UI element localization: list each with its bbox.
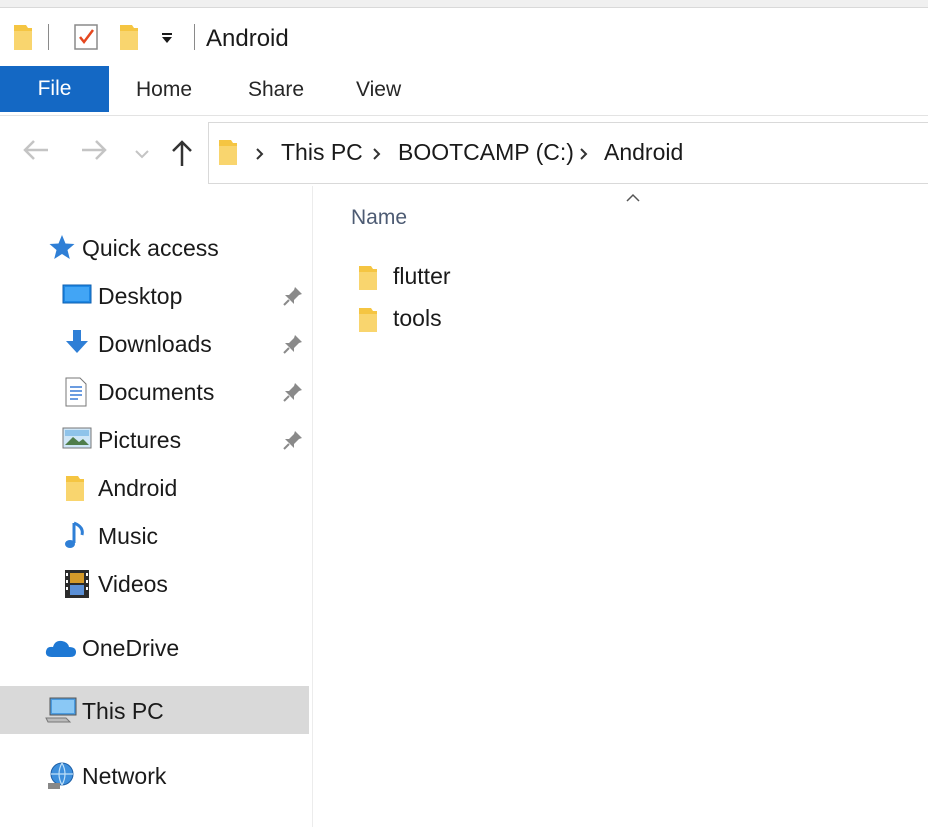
sidebar-item-label: Quick access — [82, 235, 219, 261]
star-icon — [48, 233, 76, 266]
title-bar: Android — [0, 8, 928, 66]
properties-check-icon[interactable] — [72, 22, 100, 57]
sidebar-item-android[interactable]: Android — [0, 465, 309, 511]
file-list: Name flutter tools — [313, 186, 928, 827]
sidebar-item-downloads[interactable]: Downloads — [0, 321, 309, 367]
documents-icon — [64, 377, 88, 412]
window-top-border — [0, 0, 928, 8]
pin-icon[interactable] — [282, 285, 304, 312]
sidebar-item-videos[interactable]: Videos — [0, 561, 309, 607]
sidebar-item-label: This PC — [82, 698, 164, 724]
file-name: flutter — [393, 263, 451, 289]
pin-icon[interactable] — [282, 333, 304, 360]
pin-icon[interactable] — [282, 429, 304, 456]
computer-icon — [44, 696, 78, 729]
pictures-icon — [62, 425, 92, 456]
ribbon-tabs: File Home Share View — [0, 66, 928, 116]
sidebar-item-label: Downloads — [98, 331, 212, 357]
window-title: Android — [206, 25, 289, 52]
sidebar-item-label: Network — [82, 763, 167, 789]
folder-icon — [357, 264, 379, 297]
sidebar-item-label: Android — [98, 475, 178, 501]
sort-ascending-icon — [625, 190, 641, 208]
chevron-right-icon[interactable] — [372, 147, 382, 166]
desktop-icon — [62, 281, 92, 314]
column-header-name[interactable]: Name — [351, 206, 407, 230]
sidebar-item-label: Music — [98, 523, 159, 549]
forward-arrow-icon[interactable] — [80, 138, 108, 167]
sidebar-item-documents[interactable]: Documents — [0, 369, 309, 415]
toolbar-separator — [194, 24, 195, 50]
navigation-pane: Quick access Desktop Downloads Documents — [0, 186, 312, 827]
customize-dropdown-icon[interactable] — [160, 32, 174, 50]
sidebar-item-quick-access[interactable]: Quick access — [0, 225, 309, 271]
back-arrow-icon[interactable] — [22, 138, 50, 167]
list-item[interactable]: flutter — [313, 258, 913, 296]
cloud-icon — [44, 637, 78, 664]
sidebar-item-music[interactable]: Music — [0, 513, 309, 559]
chevron-right-icon[interactable] — [579, 147, 589, 166]
tab-file[interactable]: File — [0, 66, 109, 112]
up-arrow-icon[interactable] — [170, 138, 194, 173]
chevron-right-icon[interactable] — [255, 147, 265, 166]
breadcrumb-android[interactable]: Android — [604, 139, 683, 166]
tab-home[interactable]: Home — [136, 78, 192, 102]
breadcrumb-bootcamp[interactable]: BOOTCAMP (C:) — [398, 139, 574, 166]
sidebar-item-label: OneDrive — [82, 635, 180, 661]
sidebar-item-label: Documents — [98, 379, 215, 405]
recent-locations-icon[interactable] — [134, 146, 150, 164]
sidebar-item-this-pc[interactable]: This PC — [0, 686, 309, 734]
sidebar-item-network[interactable]: Network — [0, 753, 309, 799]
sidebar-item-label: Pictures — [98, 427, 182, 453]
tab-view[interactable]: View — [356, 78, 401, 102]
sidebar-item-label: Videos — [98, 571, 168, 597]
folder-icon — [64, 473, 86, 508]
sidebar-item-desktop[interactable]: Desktop — [0, 273, 309, 319]
network-icon — [46, 761, 76, 796]
list-item[interactable]: tools — [313, 300, 913, 338]
file-name: tools — [393, 305, 442, 331]
address-bar[interactable]: This PC BOOTCAMP (C:) Android — [208, 122, 928, 184]
folder-icon — [217, 137, 239, 173]
downloads-icon — [64, 329, 90, 362]
sidebar-item-label: Desktop — [98, 283, 183, 309]
sidebar-item-pictures[interactable]: Pictures — [0, 417, 309, 463]
navigation-bar: This PC BOOTCAMP (C:) Android — [0, 116, 928, 186]
sidebar-item-onedrive[interactable]: OneDrive — [0, 625, 309, 671]
pin-icon[interactable] — [282, 381, 304, 408]
folder-icon — [357, 306, 379, 339]
new-folder-icon[interactable] — [118, 22, 140, 57]
music-icon — [64, 521, 88, 556]
tab-share[interactable]: Share — [248, 78, 304, 102]
breadcrumb-this-pc[interactable]: This PC — [281, 139, 363, 166]
videos-icon — [64, 569, 90, 604]
folder-icon[interactable] — [12, 22, 34, 57]
toolbar-separator — [48, 24, 49, 50]
